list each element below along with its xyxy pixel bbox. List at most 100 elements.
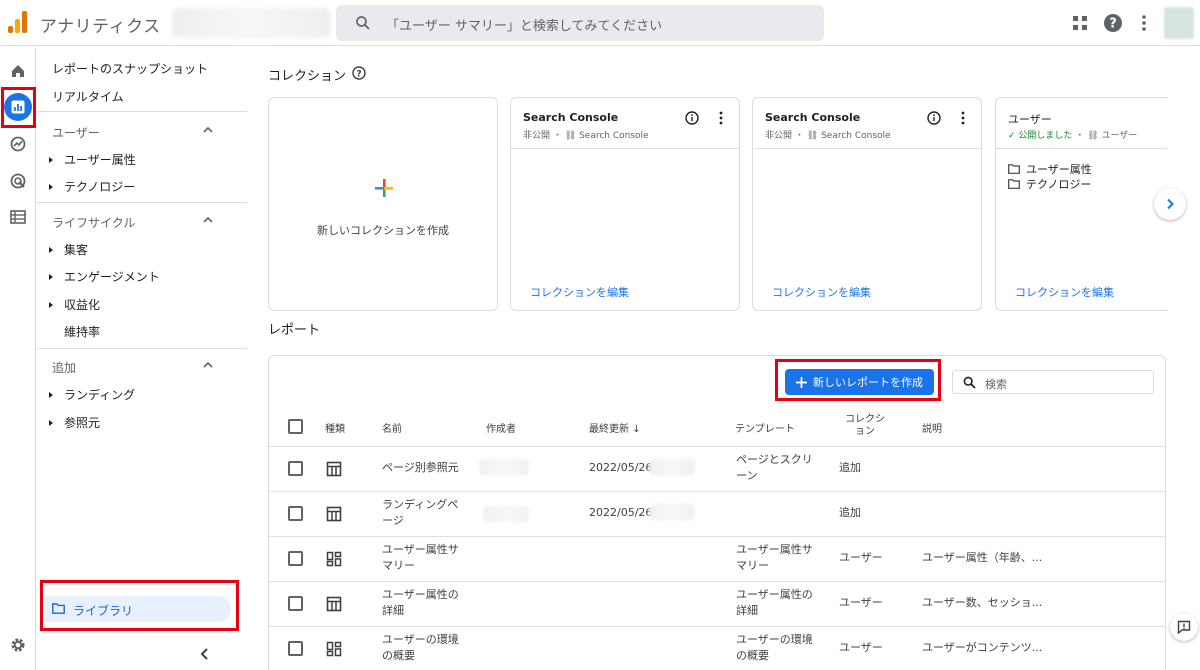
sidebar-item-referrer[interactable]: 参照元 <box>49 414 100 431</box>
reports-nav-button[interactable] <box>4 93 32 121</box>
sidebar-item-label: エンゲージメント <box>64 270 160 284</box>
info-icon[interactable] <box>685 111 699 125</box>
sidebar-item-landing[interactable]: ランディング <box>49 386 135 403</box>
collection-item-label: テクノロジー <box>1026 178 1092 191</box>
table-report-icon <box>326 506 342 522</box>
configure-nav-button[interactable] <box>4 203 32 231</box>
app-title: アナリティクス <box>40 17 161 37</box>
chevron-up-icon[interactable] <box>203 126 213 134</box>
advertising-nav-button[interactable] <box>4 167 32 195</box>
collection-meta: ✓ 公開しました ・ ⛓ ユーザー <box>1008 131 1138 141</box>
edit-collection-link[interactable]: コレクションを編集 <box>772 284 871 300</box>
column-header-description[interactable]: 説明 <box>922 420 942 435</box>
admin-settings-button[interactable] <box>4 631 32 659</box>
report-name[interactable]: ユーザーの環境の概要 <box>382 632 464 664</box>
table-report-icon <box>326 596 342 612</box>
report-collection: ユーザー <box>839 641 883 654</box>
report-name[interactable]: ユーザー属性の詳細 <box>382 587 464 619</box>
reports-title: レポート <box>268 323 321 338</box>
column-header-label: 最終更新 <box>589 424 629 435</box>
search-bar[interactable]: 「ユーザー サマリー」と検索してみてください <box>336 5 824 41</box>
sidebar-item-library[interactable]: ライブラリ <box>45 596 231 622</box>
column-header-name[interactable]: 名前 <box>382 420 402 435</box>
more-vert-icon[interactable] <box>961 111 965 125</box>
sidebar-item-engagement[interactable]: エンゲージメント <box>49 268 160 285</box>
feedback-button[interactable] <box>1170 613 1198 641</box>
report-template: ユーザー属性の詳細 <box>736 588 813 617</box>
sidebar-item-monetization[interactable]: 収益化 <box>49 296 100 313</box>
create-report-button[interactable]: 新しいレポートを作成 <box>785 369 934 395</box>
divider <box>37 202 247 203</box>
collapse-sidebar-chevron-icon[interactable] <box>198 647 212 661</box>
sidebar-item-snapshot[interactable]: レポートのスナップショット <box>52 60 208 77</box>
account-selector[interactable] <box>172 8 330 38</box>
sidebar-section-additional[interactable]: 追加 <box>52 359 76 376</box>
sidebar-item-realtime[interactable]: リアルタイム <box>52 88 124 105</box>
report-name[interactable]: ページ別参照元 <box>382 460 464 476</box>
list-icon <box>10 210 26 224</box>
divider <box>37 111 247 112</box>
row-checkbox[interactable] <box>288 461 303 476</box>
arrow-down-icon: ↓ <box>632 424 641 435</box>
sidebar-section-user[interactable]: ユーザー <box>52 124 100 141</box>
new-collection-card[interactable]: 新しいコレクションを作成 <box>268 97 498 311</box>
collection-source: Search Console <box>579 131 649 141</box>
more-vert-icon[interactable] <box>1134 13 1154 33</box>
new-collection-label: 新しいコレクションを作成 <box>317 224 449 237</box>
sidebar-item-retention[interactable]: 維持率 <box>64 323 100 340</box>
more-vert-icon[interactable] <box>719 111 723 125</box>
row-checkbox[interactable] <box>288 551 303 566</box>
select-all-checkbox[interactable] <box>288 419 303 434</box>
sidebar-section-lifecycle[interactable]: ライフサイクル <box>52 214 135 231</box>
divider <box>269 626 1165 627</box>
link-icon: ⛓ <box>806 131 819 141</box>
column-header-type[interactable]: 種類 <box>325 420 345 435</box>
report-search-input[interactable]: 検索 <box>952 370 1154 394</box>
collection-card[interactable]: Search Console 非公開 ・ ⛓ Search Console コレ… <box>752 97 982 311</box>
row-checkbox[interactable] <box>288 641 303 656</box>
edit-collection-link[interactable]: コレクションを編集 <box>530 284 629 300</box>
collection-card[interactable]: ユーザー ✓ 公開しました ・ ⛓ ユーザー ユーザー属性 テクノロジー コレク… <box>995 97 1167 311</box>
sidebar-item-label: ユーザー属性 <box>64 153 136 167</box>
avatar[interactable] <box>1164 7 1194 39</box>
expand-arrow-icon <box>49 391 53 398</box>
divider <box>511 148 739 149</box>
search-icon <box>356 16 370 30</box>
column-header-collection[interactable]: コレクション <box>841 414 889 438</box>
column-header-author[interactable]: 作成者 <box>486 420 516 435</box>
collection-card[interactable]: Search Console 非公開 ・ ⛓ Search Console コレ… <box>510 97 740 311</box>
explore-nav-button[interactable] <box>4 130 32 158</box>
row-checkbox[interactable] <box>288 596 303 611</box>
home-icon <box>12 65 24 77</box>
link-icon: ⛓ <box>564 131 577 141</box>
search-placeholder: 検索 <box>985 378 1007 391</box>
chevron-up-icon[interactable] <box>203 361 213 369</box>
author-redacted <box>479 459 529 475</box>
column-header-updated[interactable]: 最終更新 ↓ <box>589 420 641 435</box>
help-icon[interactable]: ? <box>1103 13 1123 33</box>
sidebar-item-technology[interactable]: テクノロジー <box>49 178 135 195</box>
apps-grid-icon[interactable] <box>1070 13 1090 33</box>
divider <box>269 491 1165 492</box>
report-name[interactable]: ランディングページ <box>382 497 464 529</box>
expand-arrow-icon <box>49 183 53 190</box>
collection-source: ユーザー <box>1101 131 1138 141</box>
analytics-logo-icon[interactable] <box>8 11 28 33</box>
sidebar-item-demographics[interactable]: ユーザー属性 <box>49 151 136 168</box>
column-header-template[interactable]: テンプレート <box>735 420 795 435</box>
report-collection: ユーザー <box>839 596 883 609</box>
row-checkbox[interactable] <box>288 506 303 521</box>
sidebar-item-acquisition[interactable]: 集客 <box>49 241 88 258</box>
report-name[interactable]: ユーザー属性サマリー <box>382 542 464 574</box>
edit-collection-link[interactable]: コレクションを編集 <box>1015 284 1114 300</box>
chevron-up-icon[interactable] <box>203 216 213 224</box>
expand-arrow-icon <box>49 301 53 308</box>
dashboard-report-icon <box>326 551 342 567</box>
help-outline-icon[interactable]: ? <box>352 66 366 80</box>
report-description: ユーザー数、セッショ... <box>922 596 1043 609</box>
divider <box>753 148 981 149</box>
next-collections-button[interactable] <box>1154 188 1186 220</box>
home-nav-button[interactable] <box>4 57 32 85</box>
info-icon[interactable] <box>927 111 941 125</box>
expand-arrow-icon <box>49 273 53 280</box>
